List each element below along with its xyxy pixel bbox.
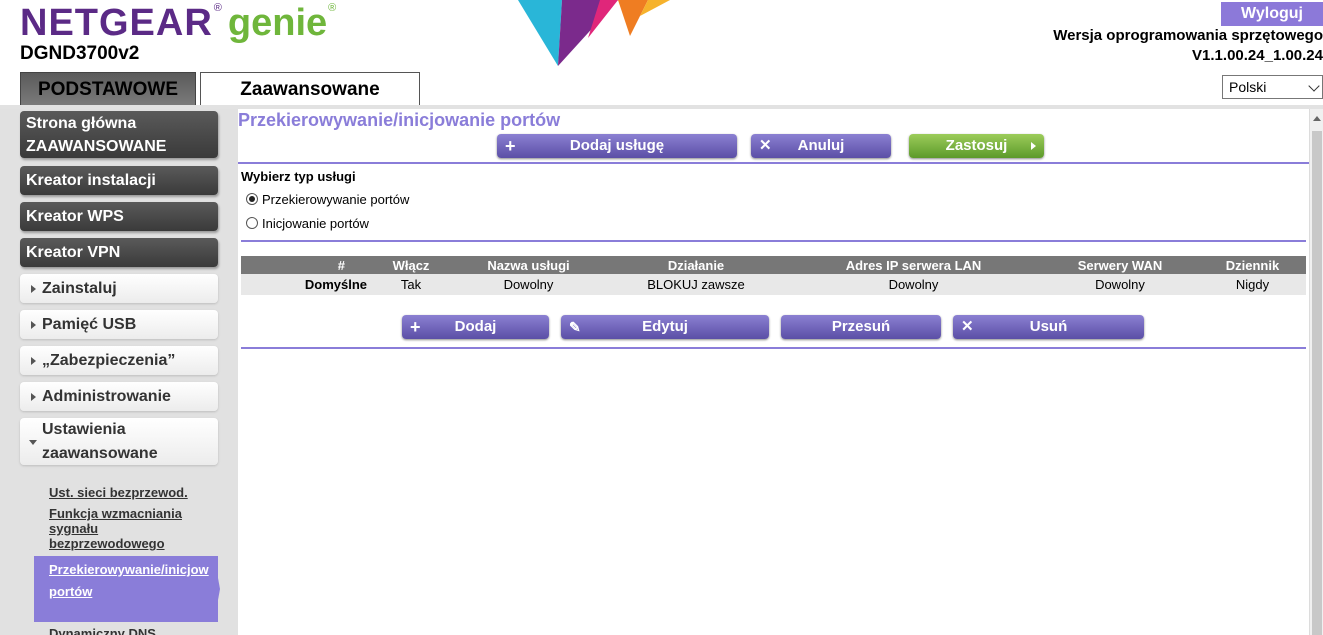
sidebar-subitem-dynamic-dns[interactable]: Dynamiczny DNS: [49, 626, 219, 635]
logout-button[interactable]: Wyloguj: [1221, 2, 1323, 26]
play-arrow-icon: [1031, 142, 1036, 150]
move-label: Przesuń: [831, 318, 891, 335]
pencil-icon: ✎: [569, 319, 581, 335]
firmware-version-label: Wersja oprogramowania sprzętowego: [1053, 27, 1323, 44]
column-header-log: Dziennik: [1199, 256, 1306, 274]
expand-arrow-icon: [31, 357, 36, 365]
sidebar-item-label: ZAAWANSOWANE: [26, 138, 167, 155]
language-select-value: Polski: [1229, 79, 1267, 95]
table-cell: Dowolny: [1041, 274, 1199, 295]
sidebar-item-label: Strona główna: [26, 115, 137, 132]
edit-button[interactable]: ✎ Edytuj: [561, 315, 769, 339]
page-title: Przekierowywanie/inicjowanie portów: [238, 110, 561, 130]
column-header-wan-servers: Serwery WAN: [1041, 256, 1199, 274]
add-label: Dodaj: [454, 318, 497, 335]
plus-icon: +: [410, 317, 421, 337]
main-content: [238, 109, 1309, 635]
add-service-label: Dodaj usługę: [569, 137, 665, 154]
sidebar-item-advanced-settings[interactable]: Ustawienia zaawansowane: [20, 418, 218, 465]
sidebar-subitem-label: portów: [49, 584, 93, 599]
sidebar-subitem-wireless-repeating[interactable]: Funkcja wzmacniania sygnału bezprzewodow…: [49, 506, 199, 551]
radio-button-checked[interactable]: [246, 193, 258, 205]
cancel-label: Anuluj: [797, 137, 845, 154]
close-icon: ✕: [759, 137, 772, 154]
sidebar-item-security[interactable]: „Zabezpieczenia”: [20, 346, 218, 375]
firmware-version-value: V1.1.00.24_1.00.24: [1192, 47, 1323, 64]
sidebar-item-install[interactable]: Zainstaluj: [20, 274, 218, 303]
chevron-down-icon: [1308, 80, 1320, 92]
close-icon: ✕: [961, 318, 974, 335]
sidebar-item-usb[interactable]: Pamięć USB: [20, 310, 218, 339]
apply-label: Zastosuj: [945, 137, 1008, 154]
column-header-action: Działanie: [606, 256, 786, 274]
divider: [241, 347, 1306, 349]
sidebar-item-label: Ustawienia: [42, 421, 126, 438]
add-button[interactable]: + Dodaj: [402, 315, 549, 339]
plus-icon: +: [505, 136, 516, 156]
netgear-genie-logo: NETGEAR® genie®: [20, 2, 337, 44]
sidebar-subitem-port-forwarding[interactable]: Przekierowywanie/inicjow portów: [49, 559, 219, 603]
sidebar-item-label: Zainstaluj: [42, 280, 117, 297]
sidebar-item-setup-wizard[interactable]: Kreator instalacji: [20, 166, 218, 195]
expand-arrow-icon: [31, 285, 36, 293]
table-cell: Dowolny: [451, 274, 606, 295]
column-header-service-name: Nazwa usługi: [451, 256, 606, 274]
logo-genie-text: genie: [227, 2, 328, 44]
table-cell: Nigdy: [1199, 274, 1306, 295]
column-header-number: #: [241, 256, 371, 274]
collapse-arrow-icon: [29, 440, 37, 445]
radio-label: Przekierowywanie portów: [262, 192, 410, 207]
radio-port-forwarding[interactable]: Przekierowywanie portów: [246, 192, 409, 207]
cancel-button[interactable]: ✕ Anuluj: [751, 134, 891, 158]
table-header-row: # Włącz Nazwa usługi Działanie Adres IP …: [241, 256, 1306, 274]
apply-button[interactable]: Zastosuj: [909, 134, 1044, 158]
add-service-button[interactable]: + Dodaj usługę: [497, 134, 737, 158]
tab-basic[interactable]: PODSTAWOWE: [20, 72, 196, 105]
expand-arrow-icon: [31, 393, 36, 401]
divider: [238, 162, 1309, 164]
vertical-scrollbar[interactable]: [1309, 109, 1323, 635]
language-select[interactable]: Polski: [1222, 75, 1323, 99]
sidebar-subitem-wireless-settings[interactable]: Ust. sieci bezprzewod.: [49, 485, 219, 500]
sidebar-item-administration[interactable]: Administrowanie: [20, 382, 218, 411]
table-cell: Domyślne: [241, 274, 371, 295]
sidebar-item-advanced-home[interactable]: Strona główna ZAAWANSOWANE: [20, 111, 218, 158]
logo-genie-registered-mark: ®: [328, 2, 337, 14]
scroll-up-arrow-icon[interactable]: [1313, 116, 1321, 121]
table-cell: Dowolny: [786, 274, 1041, 295]
banner-graphic: [518, 0, 670, 66]
sidebar-subitem-label: Przekierowywanie/inicjow: [49, 562, 209, 577]
port-forwarding-table: # Włącz Nazwa usługi Działanie Adres IP …: [241, 256, 1306, 295]
scrollbar-thumb[interactable]: [1312, 131, 1322, 635]
sidebar-item-vpn-wizard[interactable]: Kreator VPN: [20, 238, 218, 267]
sidebar-item-label: Pamięć USB: [42, 316, 137, 333]
column-header-enable: Włącz: [371, 256, 451, 274]
radio-label: Inicjowanie portów: [262, 216, 369, 231]
delete-button[interactable]: ✕ Usuń: [953, 315, 1144, 339]
move-button[interactable]: Przesuń: [781, 315, 941, 339]
tab-advanced[interactable]: Zaawansowane: [200, 72, 420, 106]
sidebar-item-label: zaawansowane: [42, 445, 158, 462]
sidebar-item-label: Administrowanie: [42, 388, 171, 405]
table-row[interactable]: Domyślne Tak Dowolny BLOKUJ zawsze Dowol…: [241, 274, 1306, 295]
sidebar-item-wps-wizard[interactable]: Kreator WPS: [20, 202, 218, 231]
logo-netgear-text: NETGEAR: [20, 2, 213, 44]
radio-button-unchecked[interactable]: [246, 217, 258, 229]
sidebar-item-label: „Zabezpieczenia”: [42, 352, 176, 369]
table-cell: Tak: [371, 274, 451, 295]
divider: [241, 240, 1306, 242]
table-cell: BLOKUJ zawsze: [606, 274, 786, 295]
edit-label: Edytuj: [642, 318, 688, 335]
column-header-lan-server-ip: Adres IP serwera LAN: [786, 256, 1041, 274]
radio-port-triggering[interactable]: Inicjowanie portów: [246, 216, 369, 231]
service-type-label: Wybierz typ usługi: [241, 169, 356, 184]
delete-label: Usuń: [1029, 318, 1068, 335]
logo-registered-mark: ®: [213, 2, 222, 14]
router-model: DGND3700v2: [20, 43, 140, 64]
expand-arrow-icon: [31, 321, 36, 329]
